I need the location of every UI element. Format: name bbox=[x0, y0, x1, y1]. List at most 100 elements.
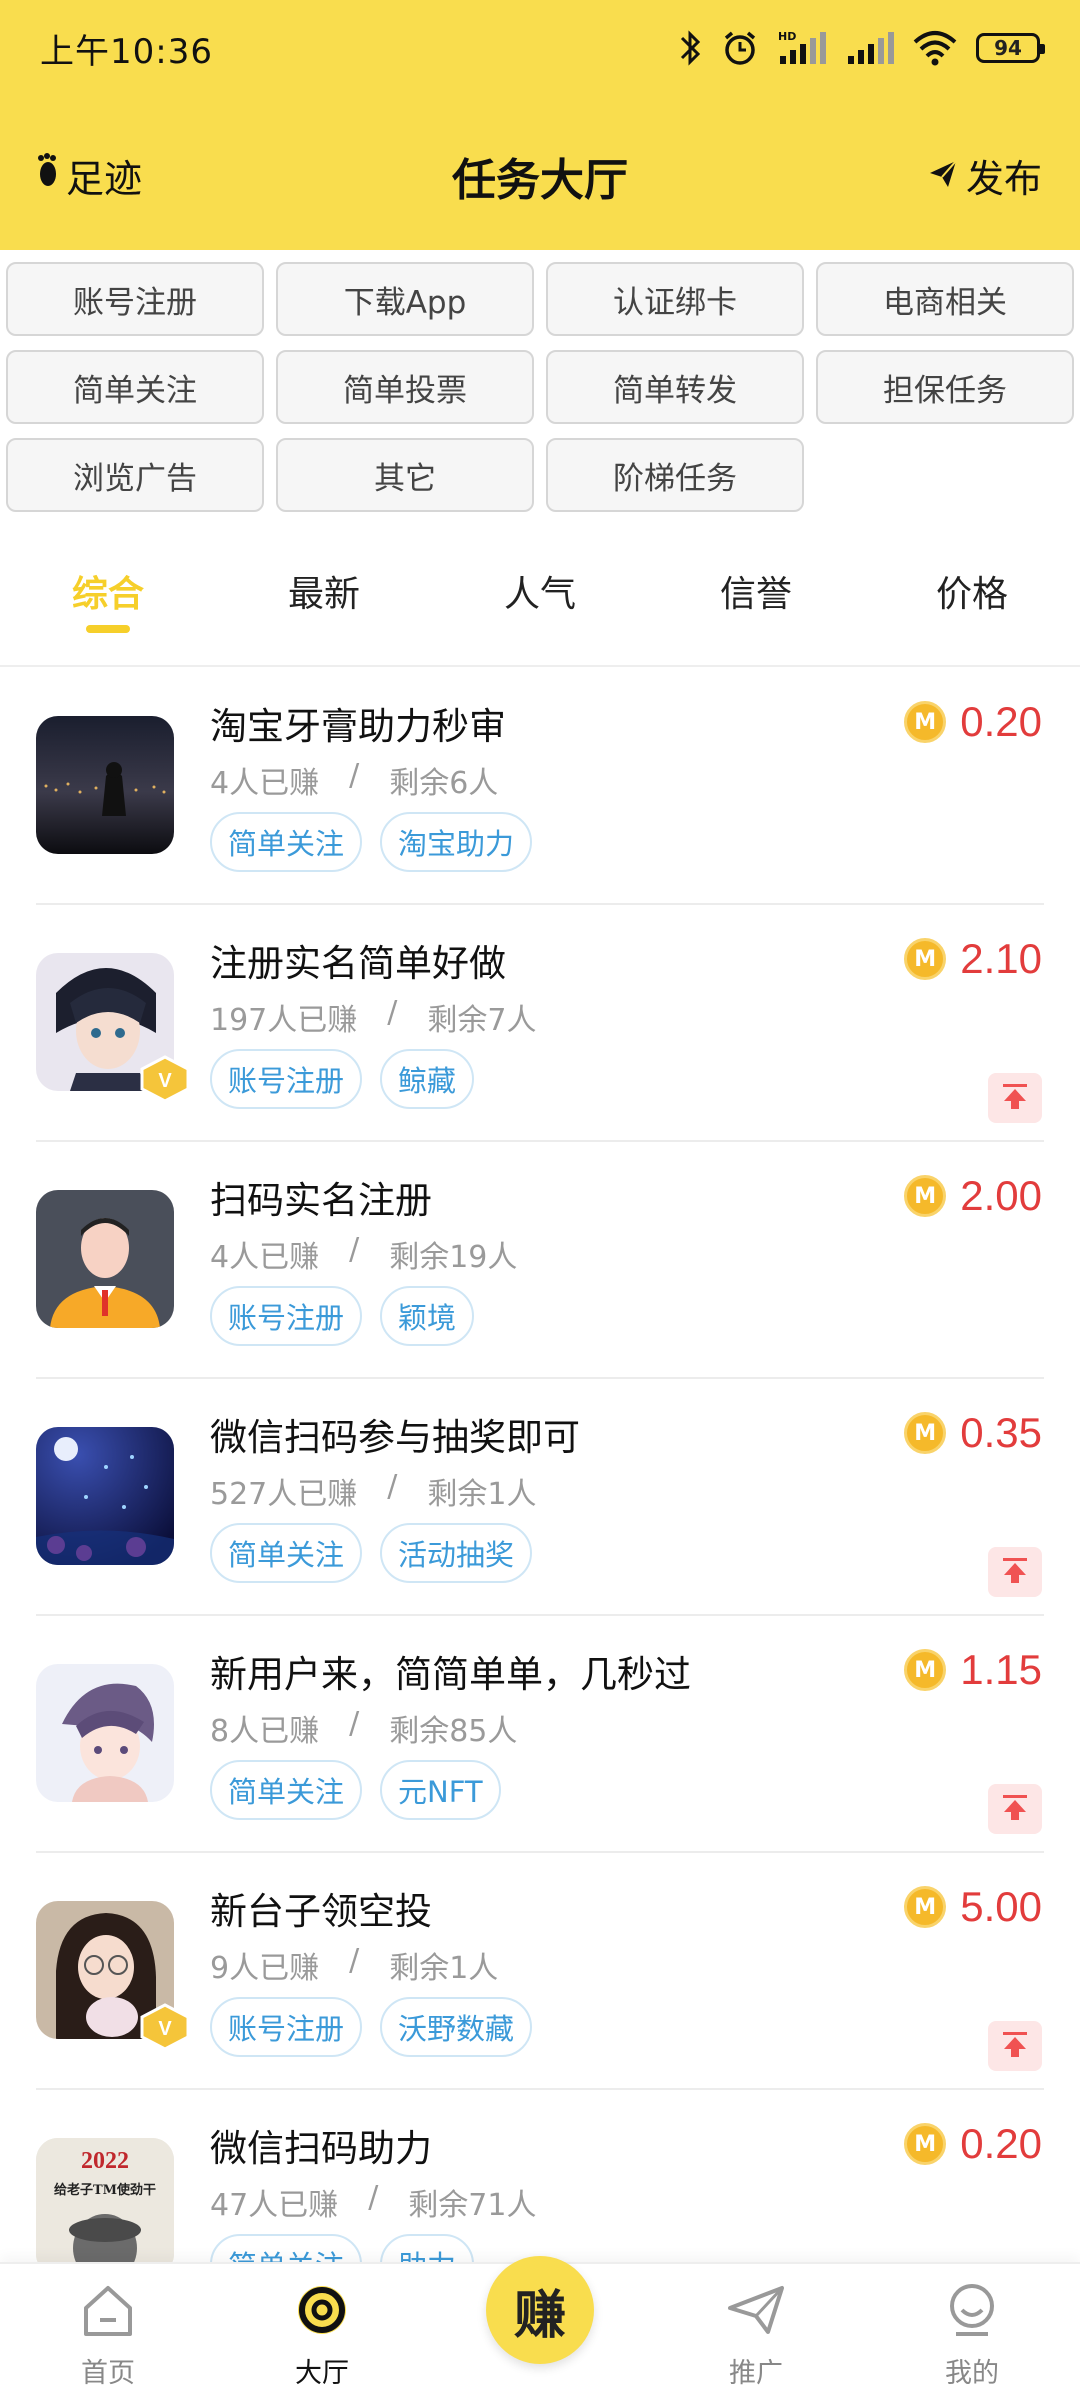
task-title: 扫码实名注册 bbox=[210, 1179, 432, 1222]
paper-plane-icon bbox=[726, 2286, 786, 2345]
category-item[interactable]: 认证绑卡 bbox=[546, 262, 804, 336]
category-item[interactable]: 其它 bbox=[276, 438, 534, 512]
remaining-count: 剩余1人 bbox=[427, 1477, 537, 1512]
footprint-button[interactable]: 足迹 bbox=[36, 148, 142, 203]
top-header: 上午10:36 HD 94 足迹 任务大厅 发布 bbox=[0, 0, 1080, 250]
price-amount: 2.00 bbox=[960, 1172, 1042, 1219]
avatar: 2022 给老子TM使劲干 bbox=[36, 2138, 174, 2276]
task-stats: 47人已赚 / 剩余71人 bbox=[210, 2180, 537, 2223]
signal-icon bbox=[846, 28, 894, 68]
earn-button[interactable]: 赚 bbox=[486, 2256, 594, 2364]
status-time: 上午10:36 bbox=[40, 31, 213, 72]
tab-label: 最新 bbox=[287, 574, 360, 615]
task-stats: 9人已赚 / 剩余1人 bbox=[210, 1943, 499, 1986]
nav-hall[interactable]: 大厅 bbox=[262, 2282, 382, 2390]
header-nav: 足迹 任务大厅 发布 bbox=[0, 130, 1080, 220]
task-stats: 4人已赚 / 剩余19人 bbox=[210, 1232, 518, 1275]
earned-count: 8人已赚 bbox=[210, 1714, 320, 1749]
status-bar: 上午10:36 HD 94 bbox=[40, 22, 1045, 74]
publish-button[interactable]: 发布 bbox=[928, 148, 1042, 203]
tag: 简单关注 bbox=[210, 1523, 363, 1583]
task-tags: 简单关注 淘宝助力 bbox=[210, 812, 533, 872]
task-tags: 账号注册 鲸藏 bbox=[210, 1049, 475, 1109]
category-item[interactable]: 电商相关 bbox=[816, 262, 1074, 336]
arrow-to-top-icon bbox=[1000, 2029, 1030, 2063]
tab-price[interactable]: 价格 bbox=[864, 555, 1080, 655]
svg-text:V: V bbox=[158, 2018, 172, 2040]
tab-label: 信誉 bbox=[719, 574, 792, 615]
task-item[interactable]: 淘宝牙膏助力秒审 4人已赚 / 剩余6人 简单关注 淘宝助力 M 0.20 bbox=[0, 668, 1080, 905]
task-tags: 账号注册 沃野数藏 bbox=[210, 1997, 533, 2057]
tag: 活动抽奖 bbox=[380, 1523, 533, 1583]
avatar bbox=[36, 1664, 174, 1802]
vip-badge-icon: V bbox=[138, 2003, 192, 2051]
remaining-count: 剩余6人 bbox=[389, 766, 499, 801]
send-icon bbox=[928, 154, 958, 198]
category-item[interactable]: 简单关注 bbox=[6, 350, 264, 424]
category-item[interactable]: 浏览广告 bbox=[6, 438, 264, 512]
category-item[interactable]: 简单转发 bbox=[546, 350, 804, 424]
pin-top-button[interactable] bbox=[988, 1784, 1042, 1834]
coin-icon: M bbox=[904, 2123, 947, 2165]
signal-hd-icon: HD bbox=[778, 28, 828, 68]
task-item[interactable]: 扫码实名注册 4人已赚 / 剩余19人 账号注册 颖境 M 2.00 bbox=[0, 1142, 1080, 1379]
nav-promote[interactable]: 推广 bbox=[696, 2282, 816, 2390]
arrow-to-top-icon bbox=[1000, 1081, 1030, 1115]
active-tab-indicator bbox=[86, 625, 130, 633]
coin-icon: M bbox=[904, 1649, 947, 1691]
task-stats: 527人已赚 / 剩余1人 bbox=[210, 1469, 537, 1512]
nav-profile[interactable]: 我的 bbox=[912, 2282, 1032, 2390]
tab-label: 价格 bbox=[935, 574, 1008, 615]
pin-top-button[interactable] bbox=[988, 1073, 1042, 1123]
divider bbox=[0, 665, 1080, 667]
tab-popular[interactable]: 人气 bbox=[432, 555, 648, 655]
tag: 账号注册 bbox=[210, 1049, 363, 1109]
tab-label: 人气 bbox=[503, 574, 576, 615]
task-price: M 5.00 bbox=[904, 1883, 1042, 1931]
task-title: 淘宝牙膏助力秒审 bbox=[210, 705, 506, 748]
pin-top-button[interactable] bbox=[988, 1547, 1042, 1597]
price-amount: 1.15 bbox=[960, 1646, 1042, 1693]
tag: 账号注册 bbox=[210, 1997, 363, 2057]
avatar-slogan-text: 给老子TM使劲干 bbox=[54, 2182, 156, 2198]
task-tags: 账号注册 颖境 bbox=[210, 1286, 475, 1346]
nav-home[interactable]: 首页 bbox=[48, 2282, 168, 2390]
earned-count: 9人已赚 bbox=[210, 1951, 320, 1986]
footprint-icon bbox=[36, 152, 60, 199]
earned-count: 47人已赚 bbox=[210, 2188, 339, 2223]
battery-indicator: 94 bbox=[976, 33, 1045, 63]
earned-count: 4人已赚 bbox=[210, 1240, 320, 1275]
vip-badge-icon: V bbox=[138, 1055, 192, 1103]
earned-count: 4人已赚 bbox=[210, 766, 320, 801]
tab-newest[interactable]: 最新 bbox=[216, 555, 432, 655]
tag: 元NFT bbox=[380, 1760, 501, 1820]
task-item[interactable]: 新用户来，简简单单，几秒过 8人已赚 / 剩余85人 简单关注 元NFT M 1.1… bbox=[0, 1616, 1080, 1853]
coin-icon: M bbox=[904, 1412, 947, 1454]
task-item[interactable]: 微信扫码参与抽奖即可 527人已赚 / 剩余1人 简单关注 活动抽奖 M 0.35 bbox=[0, 1379, 1080, 1616]
nav-label: 我的 bbox=[945, 2358, 999, 2389]
bottom-nav: 首页 大厅 赚 推广 我的 bbox=[0, 2256, 1080, 2400]
task-item[interactable]: V 注册实名简单好做 197人已赚 / 剩余7人 账号注册 鲸藏 M 2.10 bbox=[0, 905, 1080, 1142]
tag: 账号注册 bbox=[210, 1286, 363, 1346]
tab-overall[interactable]: 综合 bbox=[0, 555, 216, 655]
tab-reputation[interactable]: 信誉 bbox=[648, 555, 864, 655]
earned-count: 527人已赚 bbox=[210, 1477, 358, 1512]
task-title: 微信扫码参与抽奖即可 bbox=[210, 1416, 580, 1459]
task-item[interactable]: V 新台子领空投 9人已赚 / 剩余1人 账号注册 沃野数藏 M 5.00 bbox=[0, 1853, 1080, 2090]
avatar bbox=[36, 1427, 174, 1565]
task-title: 新用户来，简简单单，几秒过 bbox=[210, 1653, 691, 1696]
coin-icon: M bbox=[904, 1175, 947, 1217]
bluetooth-icon bbox=[678, 28, 702, 68]
home-icon bbox=[78, 2286, 138, 2345]
category-item[interactable]: 账号注册 bbox=[6, 262, 264, 336]
task-price: M 0.20 bbox=[904, 2120, 1042, 2168]
category-item[interactable]: 担保任务 bbox=[816, 350, 1074, 424]
category-item[interactable]: 阶梯任务 bbox=[546, 438, 804, 512]
earned-count: 197人已赚 bbox=[210, 1003, 358, 1038]
pin-top-button[interactable] bbox=[988, 2021, 1042, 2071]
price-amount: 5.00 bbox=[960, 1883, 1042, 1930]
category-item[interactable]: 下载App bbox=[276, 262, 534, 336]
category-item[interactable]: 简单投票 bbox=[276, 350, 534, 424]
remaining-count: 剩余1人 bbox=[389, 1951, 499, 1986]
nav-label: 大厅 bbox=[295, 2358, 349, 2389]
